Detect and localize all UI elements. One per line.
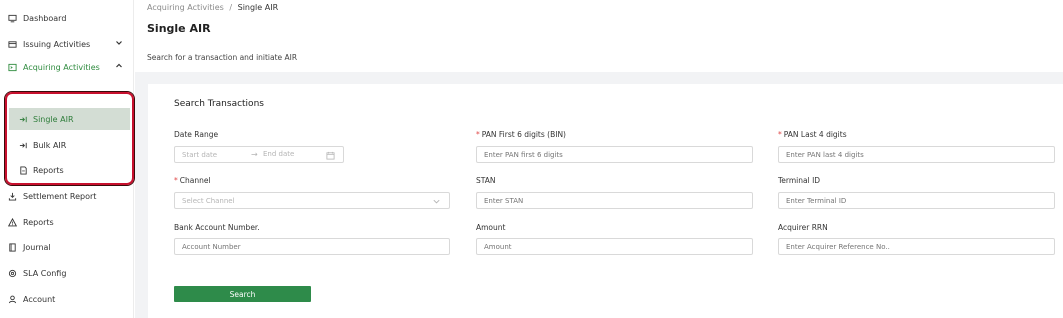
pan-last-label: * PAN Last 4 digits <box>778 130 847 139</box>
sidebar-subitem-label: Reports <box>33 165 64 175</box>
monitor-icon <box>7 13 17 23</box>
breadcrumb-current: Single AIR <box>237 3 279 12</box>
sidebar-item-label: Account <box>23 294 56 304</box>
credit-card-icon <box>7 39 17 49</box>
required-mark: * <box>476 130 480 139</box>
sidebar-subitem-single-air[interactable]: Single AIR <box>9 108 130 130</box>
sidebar-item-journal[interactable]: Journal <box>0 237 134 257</box>
download-icon <box>7 191 17 201</box>
bank-account-label: Bank Account Number. <box>174 223 260 232</box>
channel-label: * Channel <box>174 176 211 185</box>
page-subtitle: Search for a transaction and initiate AI… <box>147 53 298 62</box>
sidebar-item-label: Journal <box>23 242 51 252</box>
sidebar-subitem-label: Single AIR <box>33 114 74 124</box>
amount-input[interactable] <box>476 238 753 255</box>
warning-icon <box>7 217 17 227</box>
breadcrumb-separator: / <box>229 3 233 12</box>
card-title: Search Transactions <box>174 99 264 109</box>
sidebar-item-acquiring-activities[interactable]: Acquiring Activities <box>0 57 134 77</box>
chevron-down-icon <box>433 199 440 204</box>
gear-icon <box>7 268 17 278</box>
date-range-picker[interactable]: Start date → End date <box>174 146 344 163</box>
sidebar-item-settlement-report[interactable]: Settlement Report <box>0 186 134 206</box>
pan-first-label: * PAN First 6 digits (BIN) <box>476 130 566 139</box>
channel-label-text: Channel <box>179 176 211 185</box>
amount-label: Amount <box>476 223 506 232</box>
required-mark: * <box>778 130 782 139</box>
pan-first-input[interactable] <box>476 146 753 163</box>
date-range-arrow: → <box>251 150 258 159</box>
sidebar-subitem-label: Bulk AIR <box>33 140 67 150</box>
sidebar-item-label: Acquiring Activities <box>23 62 100 72</box>
breadcrumb: Acquiring Activities / Single AIR <box>147 3 278 12</box>
sidebar-item-label: Dashboard <box>23 13 67 23</box>
sidebar-item-label: Reports <box>23 217 54 227</box>
start-date-placeholder: Start date <box>182 150 218 159</box>
sidebar-item-label: SLA Config <box>23 268 67 278</box>
sidebar-subitem-bulk-air[interactable]: Bulk AIR <box>9 134 130 156</box>
sidebar-item-dashboard[interactable]: Dashboard <box>0 8 134 28</box>
enter-icon <box>18 140 28 150</box>
pan-last-input[interactable] <box>778 146 1055 163</box>
calendar-icon <box>326 151 335 160</box>
sidebar-item-issuing-activities[interactable]: Issuing Activities <box>0 34 134 54</box>
sidebar-subitem-reports[interactable]: Reports <box>9 159 130 181</box>
search-button[interactable]: Search <box>174 286 311 302</box>
date-range-label: Date Range <box>174 130 219 139</box>
pan-first-label-text: PAN First 6 digits (BIN) <box>481 130 566 139</box>
sidebar-item-label: Settlement Report <box>23 191 97 201</box>
breadcrumb-parent-link[interactable]: Acquiring Activities <box>147 3 224 12</box>
sidebar-item-label: Issuing Activities <box>23 39 91 49</box>
sidebar-item-sla-config[interactable]: SLA Config <box>0 263 134 283</box>
acquirer-rrn-label: Acquirer RRN <box>778 223 828 232</box>
terminal-icon <box>7 62 17 72</box>
page-title: Single AIR <box>147 22 211 35</box>
document-icon <box>18 165 28 175</box>
channel-placeholder: Select Channel <box>182 196 235 205</box>
pan-last-label-text: PAN Last 4 digits <box>783 130 847 139</box>
enter-icon <box>18 114 28 124</box>
user-icon <box>7 294 17 304</box>
required-mark: * <box>174 176 178 185</box>
chevron-down-icon <box>116 41 122 45</box>
terminal-id-input[interactable] <box>778 192 1055 209</box>
sidebar: Dashboard Issuing Activities Acquiring A… <box>0 0 134 318</box>
acquirer-rrn-input[interactable] <box>778 238 1055 255</box>
terminal-id-label: Terminal ID <box>778 176 821 185</box>
journal-icon <box>7 242 17 252</box>
sidebar-item-reports[interactable]: Reports <box>0 212 134 232</box>
end-date-placeholder: End date <box>263 150 295 158</box>
stan-label: STAN <box>476 176 496 185</box>
stan-input[interactable] <box>476 192 753 209</box>
bank-account-input[interactable] <box>174 238 450 255</box>
chevron-up-icon <box>116 63 122 68</box>
channel-select[interactable]: Select Channel <box>174 192 450 209</box>
sidebar-item-account[interactable]: Account <box>0 289 134 309</box>
